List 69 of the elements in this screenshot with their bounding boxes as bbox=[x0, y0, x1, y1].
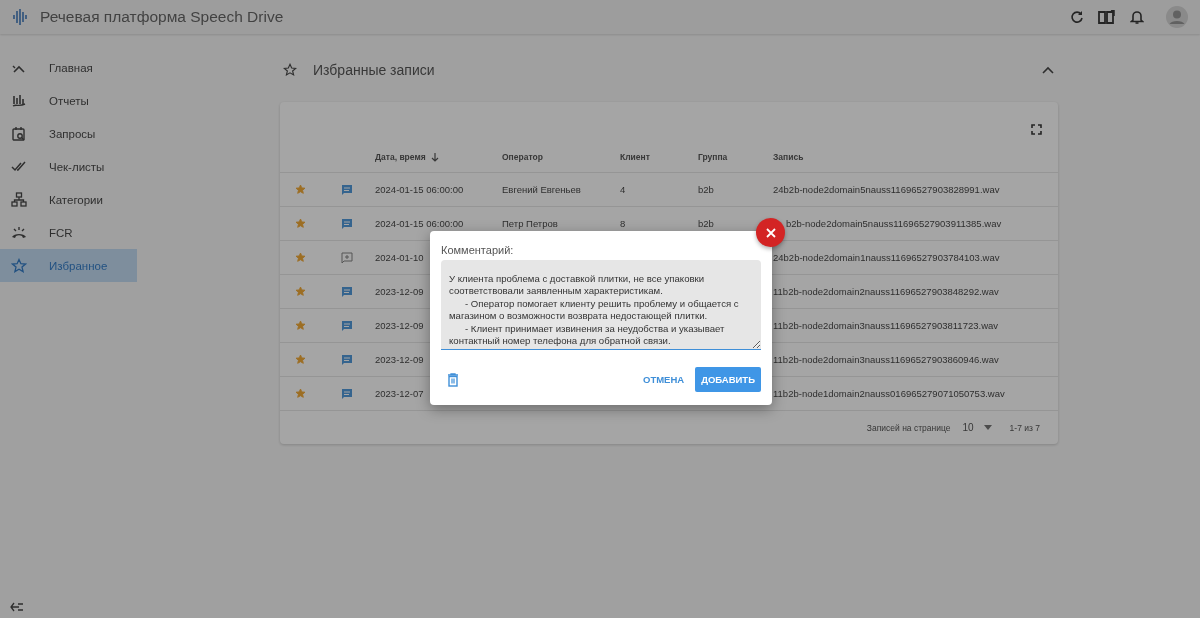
calendar-search-icon bbox=[11, 125, 27, 142]
cancel-button[interactable]: ОТМЕНА bbox=[642, 368, 686, 391]
sidebar-item[interactable]: Запросы bbox=[0, 117, 137, 150]
star-filled-icon[interactable] bbox=[295, 320, 306, 331]
table-cell: b2b bbox=[698, 218, 714, 229]
notifications-icon[interactable] bbox=[1130, 9, 1144, 25]
table-cell: b2b bbox=[698, 184, 714, 195]
column-header[interactable]: Группа bbox=[698, 152, 728, 162]
table-cell: 4 bbox=[620, 184, 626, 195]
caret-down-icon bbox=[983, 425, 992, 430]
chevron-up-icon[interactable] bbox=[1042, 66, 1054, 74]
star-filled-icon[interactable] bbox=[295, 286, 306, 297]
sidebar-item[interactable]: FCR bbox=[0, 216, 137, 249]
comment-field[interactable]: У клиента проблема с доставкой плитки, не все упаковки соответствовали заявленным характеристикам. - Оператор помогает клиенту решить проблему и общается с магазином о возможности возврата недостающей плитки. - Клиент принимает извинения за неудобства и указывает контактный номер телефона для обратной связи. bbox=[441, 260, 761, 350]
section-title: Избранные записи bbox=[313, 62, 435, 78]
table-cell: 24b2b-node2domain5nauss11696527903828991.wav bbox=[773, 184, 1000, 195]
table-cell: 2024-01-15 06:00:00 bbox=[375, 184, 464, 195]
table-cell: 11b2b-node2domain3nauss11696527903860946.wav bbox=[773, 354, 999, 365]
table-cell: 2024-01-10 bbox=[375, 252, 424, 263]
sidebar-item[interactable]: Категории bbox=[0, 183, 137, 216]
table-cell: 11b2b-node2domain3nauss11696527903811723.wav bbox=[773, 320, 999, 331]
table-cell: 2023-12-07 bbox=[375, 388, 424, 399]
app-title: Речевая платформа Speech Drive bbox=[40, 8, 284, 26]
table-cell: Петр Петров bbox=[502, 218, 558, 229]
table-cell: 24b2b-node2domain1nauss11696527903784103.wav bbox=[773, 252, 1000, 263]
sound-wave-logo-icon bbox=[12, 8, 28, 26]
add-button[interactable]: ДОБАВИТЬ bbox=[695, 367, 761, 392]
table-cell: 2023-12-09 bbox=[375, 354, 424, 365]
comment-icon[interactable] bbox=[341, 353, 353, 366]
delete-icon[interactable] bbox=[447, 372, 459, 387]
star-filled-icon[interactable] bbox=[295, 354, 306, 365]
field-label: Комментарий: bbox=[441, 244, 515, 256]
column-header[interactable]: Клиент bbox=[620, 152, 650, 162]
chart-icon bbox=[11, 92, 27, 109]
column-header[interactable]: Оператор bbox=[502, 152, 543, 162]
arrow-down-icon[interactable] bbox=[430, 152, 439, 162]
add-comment-icon[interactable] bbox=[341, 251, 353, 264]
table-cell: Евгений Евгеньев bbox=[502, 184, 581, 195]
table-cell: 11b2b-node2domain2nauss11696527903848292.wav bbox=[773, 286, 999, 297]
comment-icon[interactable] bbox=[341, 387, 353, 400]
star-outline-icon bbox=[283, 63, 297, 77]
comment-icon[interactable] bbox=[341, 217, 353, 230]
sidebar-item[interactable]: Отчеты bbox=[0, 84, 137, 117]
comment-icon[interactable] bbox=[341, 183, 353, 196]
hierarchy-icon bbox=[11, 191, 27, 208]
column-header[interactable]: Запись bbox=[773, 152, 804, 162]
sidebar-item[interactable]: Чек-листы bbox=[0, 150, 137, 183]
user-avatar-icon[interactable] bbox=[1166, 6, 1188, 28]
book-icon[interactable] bbox=[1098, 10, 1116, 24]
rows-per-page-select[interactable]: 10 bbox=[962, 422, 992, 433]
table-cell-text: b2b-node2domain5nauss11696527903911385.wav bbox=[785, 218, 1002, 229]
comment-icon[interactable] bbox=[341, 285, 353, 298]
phone-icon bbox=[11, 224, 27, 241]
sidebar-item[interactable]: Главная bbox=[0, 51, 137, 84]
star-icon bbox=[11, 257, 27, 274]
rows-per-page-label: Записей на странице bbox=[866, 422, 951, 433]
star-filled-icon[interactable] bbox=[295, 218, 306, 229]
column-header[interactable]: Дата, время bbox=[375, 152, 426, 162]
table-cell: 8 bbox=[620, 218, 626, 229]
table-cell: 2023-12-09 bbox=[375, 320, 424, 331]
comment-icon[interactable] bbox=[341, 319, 353, 332]
page-range: 1-7 из 7 bbox=[1009, 422, 1040, 433]
table-cell: 2023-12-09 bbox=[375, 286, 424, 297]
star-filled-icon[interactable] bbox=[295, 252, 306, 263]
refresh-icon[interactable] bbox=[1070, 10, 1084, 24]
table-cell: 11b2b-node1domain2nauss016965279071050753.wav bbox=[773, 388, 1005, 399]
table-cell: 2024-01-15 06:00:00 bbox=[375, 218, 464, 229]
star-filled-icon[interactable] bbox=[295, 388, 306, 399]
star-filled-icon[interactable] bbox=[295, 184, 306, 195]
